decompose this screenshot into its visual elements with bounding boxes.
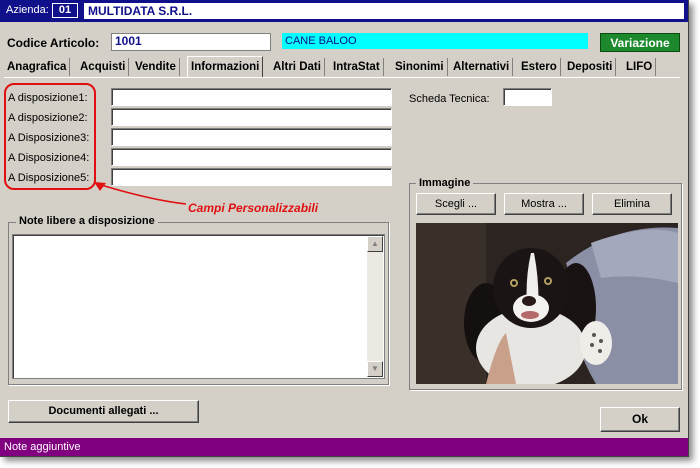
tab-lifo[interactable]: LIFO (623, 58, 657, 76)
documenti-allegati-button[interactable]: Documenti allegati ... (8, 400, 199, 423)
codice-articolo-field[interactable]: 1001 (111, 33, 271, 51)
tab-bar: Anagrafica Acquisti Vendite Informazioni… (4, 56, 688, 78)
scroll-down-icon[interactable]: ▼ (367, 361, 383, 377)
azienda-name: MULTIDATA S.R.L. (84, 3, 684, 19)
tab-estero[interactable]: Estero (518, 58, 561, 76)
scheda-tecnica-label: Scheda Tecnica: (409, 93, 490, 105)
scroll-up-icon[interactable]: ▲ (367, 236, 383, 252)
note-title: Note libere a disposizione (16, 215, 158, 227)
scegli-button[interactable]: Scegli ... (416, 193, 496, 215)
tab-alternativi[interactable]: Alternativi (450, 58, 514, 76)
ok-button[interactable]: Ok (600, 407, 680, 432)
mostra-button[interactable]: Mostra ... (504, 193, 584, 215)
annotation-text: Campi Personalizzabili (188, 201, 319, 215)
field-disposizione-4[interactable] (111, 148, 392, 166)
azienda-code: 01 (52, 3, 78, 18)
scheda-tecnica-field[interactable] (503, 88, 552, 106)
tab-vendite[interactable]: Vendite (132, 58, 180, 76)
highlight-outline (4, 83, 96, 190)
tab-acquisti[interactable]: Acquisti (77, 58, 130, 76)
azienda-label: Azienda: (6, 4, 49, 16)
codice-articolo-label: Codice Articolo: (7, 36, 100, 50)
tab-divider (4, 77, 680, 78)
main-window: Azienda: 01 MULTIDATA S.R.L. Codice Arti… (0, 0, 689, 457)
field-disposizione-2[interactable] (111, 108, 392, 126)
description-field: CANE BALOO (282, 33, 588, 49)
annotation-arrow-icon (94, 182, 187, 205)
field-disposizione-1[interactable] (111, 88, 392, 106)
tab-intrastat[interactable]: IntraStat (330, 58, 384, 76)
status-bar: Note aggiuntive (0, 438, 688, 456)
dog-photo (416, 223, 678, 384)
tab-altri-dati[interactable]: Altri Dati (270, 58, 325, 76)
variazione-button[interactable]: Variazione (600, 33, 680, 52)
tab-anagrafica[interactable]: Anagrafica (4, 58, 71, 76)
tab-sinonimi[interactable]: Sinonimi (392, 58, 448, 76)
note-scrollbar[interactable]: ▲ ▼ (367, 236, 383, 377)
field-disposizione-3[interactable] (111, 128, 392, 146)
tab-depositi[interactable]: Depositi (564, 58, 617, 76)
elimina-button[interactable]: Elimina (592, 193, 672, 215)
immagine-title: Immagine (416, 177, 474, 189)
company-bar: Azienda: 01 MULTIDATA S.R.L. (0, 0, 688, 22)
note-textarea[interactable]: ▲ ▼ (12, 234, 385, 379)
tab-informazioni[interactable]: Informazioni (187, 56, 264, 78)
